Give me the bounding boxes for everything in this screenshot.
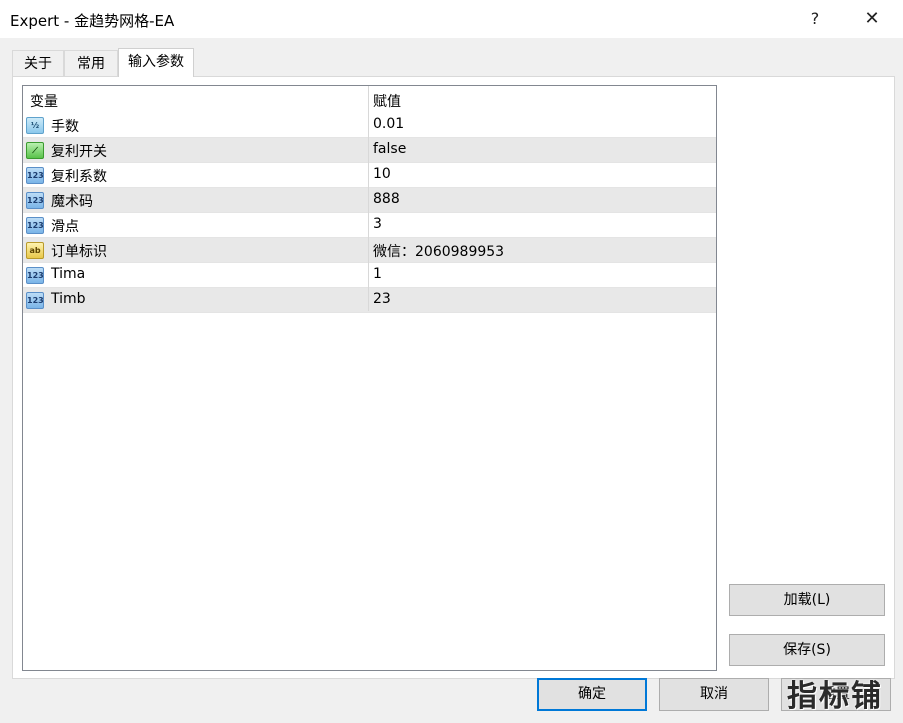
close-button[interactable]: ✕ bbox=[856, 6, 888, 32]
param-value[interactable]: false bbox=[373, 141, 406, 157]
param-row-timb[interactable]: 123 Timb 23 bbox=[23, 288, 716, 313]
param-name: Timb bbox=[51, 291, 86, 307]
load-button[interactable]: 加载(L) bbox=[729, 584, 885, 616]
param-value[interactable]: 3 bbox=[373, 216, 382, 232]
column-divider[interactable] bbox=[368, 86, 369, 311]
param-row-compound-switch[interactable]: ⟋ 复利开关 false bbox=[23, 138, 716, 163]
param-row-slippage[interactable]: 123 滑点 3 bbox=[23, 213, 716, 238]
param-name: Tima bbox=[51, 266, 86, 282]
window-title: Expert - 金趋势网格-EA bbox=[10, 12, 175, 30]
param-value[interactable]: 0.01 bbox=[373, 116, 404, 132]
boolean-icon: ⟋ bbox=[26, 142, 44, 159]
fraction-icon: ½ bbox=[26, 117, 44, 134]
title-bar: Expert - 金趋势网格-EA ? ✕ bbox=[0, 0, 903, 38]
parameter-grid: 变量 赋值 ½ 手数 0.01 ⟋ 复利开关 false 123 复利系数 10… bbox=[22, 85, 717, 671]
grid-header: 变量 赋值 bbox=[23, 86, 716, 113]
param-value[interactable]: 23 bbox=[373, 291, 391, 307]
param-name: 魔术码 bbox=[51, 194, 93, 210]
cancel-button[interactable]: 取消 bbox=[659, 678, 769, 711]
param-value[interactable]: 10 bbox=[373, 166, 391, 182]
param-name: 订单标识 bbox=[51, 244, 107, 260]
integer-icon: 123 bbox=[26, 192, 44, 209]
tab-about[interactable]: 关于 bbox=[12, 50, 64, 76]
param-row-magic[interactable]: 123 魔术码 888 bbox=[23, 188, 716, 213]
param-value[interactable]: 微信：2060989953 bbox=[373, 241, 504, 261]
param-name: 复利系数 bbox=[51, 169, 107, 185]
integer-icon: 123 bbox=[26, 167, 44, 184]
param-row-lots[interactable]: ½ 手数 0.01 bbox=[23, 113, 716, 138]
integer-icon: 123 bbox=[26, 267, 44, 284]
watermark-logo: 指标铺 bbox=[787, 679, 883, 714]
param-row-tima[interactable]: 123 Tima 1 bbox=[23, 263, 716, 288]
param-name: 复利开关 bbox=[51, 144, 107, 160]
integer-icon: 123 bbox=[26, 217, 44, 234]
save-button[interactable]: 保存(S) bbox=[729, 634, 885, 666]
ok-button[interactable]: 确定 bbox=[537, 678, 647, 711]
tab-inputs[interactable]: 输入参数 bbox=[118, 48, 194, 77]
param-name: 滑点 bbox=[51, 219, 79, 235]
string-icon: ab bbox=[26, 242, 44, 259]
param-row-order-comment[interactable]: ab 订单标识 微信：2060989953 bbox=[23, 238, 716, 263]
param-value[interactable]: 888 bbox=[373, 191, 400, 207]
param-row-compound-factor[interactable]: 123 复利系数 10 bbox=[23, 163, 716, 188]
header-variable[interactable]: 变量 bbox=[30, 91, 58, 111]
integer-icon: 123 bbox=[26, 292, 44, 309]
param-name: 手数 bbox=[51, 119, 79, 135]
param-value[interactable]: 1 bbox=[373, 266, 382, 282]
header-value[interactable]: 赋值 bbox=[373, 91, 401, 111]
tab-common[interactable]: 常用 bbox=[64, 50, 118, 76]
help-button[interactable]: ? bbox=[800, 6, 830, 32]
